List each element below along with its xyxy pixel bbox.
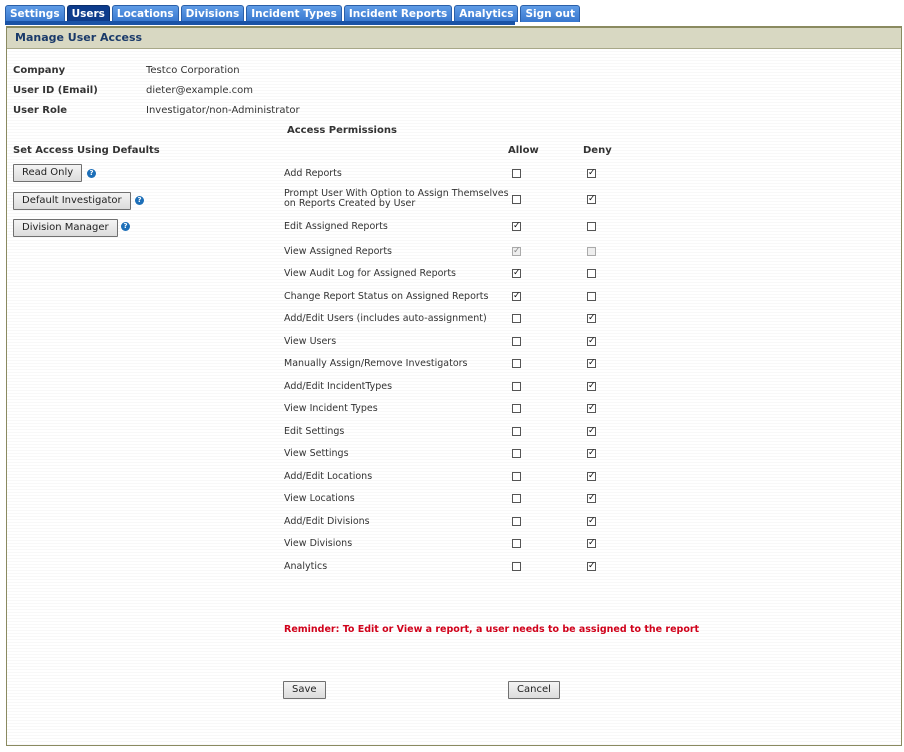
permission-label: Change Report Status on Assigned Reports — [284, 291, 489, 302]
deny-checkbox[interactable]: ✓ — [587, 449, 596, 458]
division-manager-button[interactable]: Division Manager — [13, 219, 118, 237]
deny-checkbox[interactable]: ✓ — [587, 195, 596, 204]
read-only-button[interactable]: Read Only — [13, 164, 83, 182]
cancel-button[interactable]: Cancel — [508, 681, 560, 699]
manage-user-access-panel: Manage User Access Company Testco Corpor… — [6, 26, 902, 746]
permission-label: View Assigned Reports — [284, 246, 392, 257]
permission-label: Analytics — [284, 561, 328, 572]
permission-label: Add/Edit Divisions — [284, 516, 370, 527]
permission-label: Prompt User With Option to Assign Themse… — [284, 188, 509, 209]
deny-checkbox — [587, 247, 596, 256]
deny-checkbox[interactable] — [587, 269, 596, 278]
permission-label: Add/Edit Users (includes auto-assignment… — [284, 313, 487, 324]
deny-checkbox[interactable]: ✓ — [587, 427, 596, 436]
permission-label: Manually Assign/Remove Investigators — [284, 358, 468, 369]
panel-title: Manage User Access — [7, 28, 901, 49]
deny-checkbox[interactable] — [587, 222, 596, 231]
permission-label: View Incident Types — [284, 403, 378, 414]
tab-analytics[interactable]: Analytics — [454, 5, 519, 22]
save-button[interactable]: Save — [283, 681, 326, 699]
allow-checkbox[interactable] — [512, 337, 521, 346]
allow-checkbox[interactable] — [512, 494, 521, 503]
tab-underline — [5, 21, 515, 25]
tab-settings[interactable]: Settings — [5, 5, 65, 22]
tab-incident-types[interactable]: Incident Types — [246, 5, 342, 22]
deny-checkbox[interactable]: ✓ — [587, 314, 596, 323]
allow-checkbox[interactable]: ✓ — [512, 292, 521, 301]
user-role-label: User Role — [13, 105, 68, 116]
deny-checkbox[interactable]: ✓ — [587, 539, 596, 548]
default-investigator-help-icon[interactable]: ? — [135, 196, 144, 205]
user-id-label: User ID (Email) — [13, 85, 98, 96]
permission-label: Add/Edit Locations — [284, 471, 373, 482]
division-manager-help-icon[interactable]: ? — [121, 222, 130, 231]
company-value: Testco Corporation — [146, 65, 240, 76]
permission-label: View Audit Log for Assigned Reports — [284, 268, 456, 279]
allow-checkbox[interactable] — [512, 382, 521, 391]
deny-checkbox[interactable]: ✓ — [587, 517, 596, 526]
permission-label: Add/Edit IncidentTypes — [284, 381, 393, 392]
tab-users[interactable]: Users — [66, 5, 110, 22]
access-permissions-heading: Access Permissions — [287, 125, 397, 136]
allow-checkbox[interactable] — [512, 427, 521, 436]
reminder-text: Reminder: To Edit or View a report, a us… — [284, 624, 700, 635]
allow-checkbox[interactable] — [512, 539, 521, 548]
deny-checkbox[interactable]: ✓ — [587, 169, 596, 178]
allow-checkbox[interactable] — [512, 359, 521, 368]
deny-checkbox[interactable]: ✓ — [587, 404, 596, 413]
permission-label: Edit Settings — [284, 426, 345, 437]
permission-label: View Users — [284, 336, 337, 347]
allow-checkbox[interactable] — [512, 314, 521, 323]
permission-label: Add Reports — [284, 168, 342, 179]
allow-checkbox[interactable] — [512, 449, 521, 458]
deny-checkbox[interactable]: ✓ — [587, 472, 596, 481]
allow-checkbox[interactable]: ✓ — [512, 269, 521, 278]
user-id-value: dieter@example.com — [146, 85, 254, 96]
allow-checkbox[interactable] — [512, 562, 521, 571]
deny-column-header: Deny — [583, 145, 612, 156]
permission-label: View Divisions — [284, 538, 353, 549]
tab-sign-out[interactable]: Sign out — [520, 5, 581, 22]
default-investigator-button[interactable]: Default Investigator — [13, 192, 131, 210]
allow-checkbox[interactable] — [512, 404, 521, 413]
tab-divisions[interactable]: Divisions — [180, 5, 245, 22]
deny-checkbox[interactable]: ✓ — [587, 359, 596, 368]
company-label: Company — [13, 65, 66, 76]
allow-checkbox[interactable] — [512, 169, 521, 178]
allow-checkbox[interactable] — [512, 517, 521, 526]
defaults-heading: Set Access Using Defaults — [13, 145, 160, 156]
user-role-value: Investigator/non-Administrator — [146, 105, 300, 116]
allow-checkbox[interactable]: ✓ — [512, 222, 521, 231]
allow-checkbox[interactable] — [512, 472, 521, 481]
permission-label: View Locations — [284, 493, 355, 504]
allow-checkbox: ✓ — [512, 246, 521, 256]
deny-checkbox[interactable]: ✓ — [587, 562, 596, 571]
deny-checkbox[interactable]: ✓ — [587, 337, 596, 346]
deny-checkbox[interactable] — [587, 292, 596, 301]
tab-incident-reports[interactable]: Incident Reports — [343, 5, 453, 22]
read-only-help-icon[interactable]: ? — [87, 169, 96, 178]
permission-label: Edit Assigned Reports — [284, 221, 388, 232]
permission-label: View Settings — [284, 448, 349, 459]
deny-checkbox[interactable]: ✓ — [587, 382, 596, 391]
deny-checkbox[interactable]: ✓ — [587, 494, 596, 503]
tab-locations[interactable]: Locations — [111, 5, 179, 22]
allow-checkbox[interactable] — [512, 195, 521, 204]
allow-column-header: Allow — [508, 145, 539, 156]
